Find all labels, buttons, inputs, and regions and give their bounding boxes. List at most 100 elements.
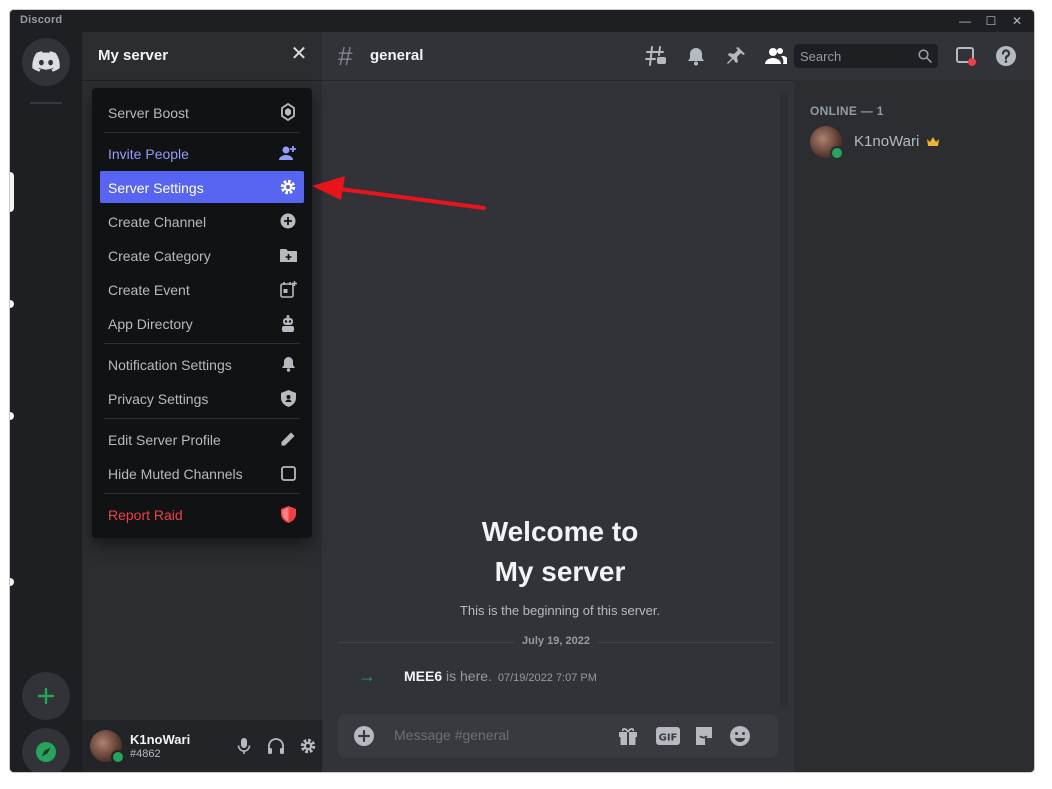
svg-text:GIF: GIF <box>659 733 678 744</box>
menu-item-report-raid[interactable]: Report Raid <box>100 498 304 530</box>
chat-area: # general Search Welcome to My server Th… <box>322 32 1034 772</box>
message-username[interactable]: MEE6 <box>404 668 442 684</box>
gif-icon: GIF <box>656 727 680 745</box>
unread-pill <box>10 300 14 308</box>
join-arrow-icon: → <box>358 666 376 686</box>
sticker-button[interactable] <box>692 724 716 748</box>
add-server-button[interactable] <box>22 672 70 720</box>
menu-separator <box>104 343 300 344</box>
shield-alert-icon <box>278 504 298 524</box>
menu-item-create-category[interactable]: Create Category <box>100 239 304 271</box>
explore-servers-button[interactable] <box>22 728 70 772</box>
message-composer[interactable]: Message #general GIF <box>338 714 778 758</box>
home-button[interactable] <box>22 38 70 86</box>
robot-icon <box>278 313 298 333</box>
system-message: MEE6 is here. 07/19/2022 7:07 PM <box>404 668 597 684</box>
channel-header: # general Search <box>322 32 1034 81</box>
title-bar: Discord — ☐ ✕ <box>10 10 1034 32</box>
search-icon <box>918 49 932 63</box>
member-list-button[interactable] <box>764 44 788 68</box>
deafen-button[interactable] <box>264 734 288 758</box>
headphones-icon <box>268 738 284 754</box>
plus-circle-icon <box>354 726 374 746</box>
maximize-button[interactable]: ☐ <box>978 12 1004 30</box>
menu-item-edit-server-profile[interactable]: Edit Server Profile <box>100 423 304 455</box>
inbox-icon <box>956 47 976 66</box>
shield-icon <box>278 388 298 408</box>
menu-item-create-channel[interactable]: Create Channel <box>100 205 304 237</box>
message-timestamp: 07/19/2022 7:07 PM <box>497 672 597 684</box>
pinned-messages-button[interactable] <box>724 44 748 68</box>
online-status-icon <box>111 750 125 764</box>
folder-plus-icon <box>278 245 298 265</box>
welcome-subtitle: This is the beginning of this server. <box>459 603 661 618</box>
close-window-button[interactable]: ✕ <box>1004 12 1030 30</box>
gift-icon <box>619 727 637 745</box>
hashtag-icon: # <box>338 41 353 71</box>
date-divider-label: July 19, 2022 <box>522 635 590 647</box>
menu-item-server-boost[interactable]: Server Boost <box>100 96 304 128</box>
gif-button[interactable]: GIF <box>656 724 680 748</box>
minimize-button[interactable]: — <box>952 12 978 30</box>
menu-item-privacy-settings[interactable]: Privacy Settings <box>100 382 304 414</box>
user-panel: K1noWari #4862 <box>82 720 322 772</box>
server-context-menu: Server Boost Invite People Server Settin… <box>92 88 312 538</box>
server-rail <box>10 32 82 772</box>
members-icon <box>765 48 787 64</box>
channel-name: general <box>370 47 424 64</box>
user-settings-button[interactable] <box>296 734 320 758</box>
upload-button[interactable] <box>352 724 376 748</box>
member-list: ONLINE — 1 K1noWari <box>794 80 1034 772</box>
menu-separator <box>104 493 300 494</box>
help-icon <box>996 46 1016 66</box>
menu-separator <box>104 132 300 133</box>
gear-icon <box>278 177 298 197</box>
mute-button[interactable] <box>232 734 256 758</box>
plus-icon <box>37 687 55 705</box>
menu-item-create-event[interactable]: Create Event <box>100 273 304 305</box>
search-placeholder: Search <box>800 49 842 64</box>
bell-icon <box>688 48 704 66</box>
menu-item-notification-settings[interactable]: Notification Settings <box>100 348 304 380</box>
member-group-heading: ONLINE — 1 <box>810 104 884 118</box>
online-status-icon <box>830 146 844 160</box>
message-input[interactable]: Message #general <box>394 727 509 743</box>
compass-icon <box>36 742 56 762</box>
calendar-plus-icon <box>278 279 298 299</box>
pin-icon <box>727 47 745 64</box>
emoji-button[interactable] <box>728 724 752 748</box>
menu-item-hide-muted-channels[interactable]: Hide Muted Channels <box>100 457 304 489</box>
threads-icon <box>645 46 666 66</box>
menu-item-app-directory[interactable]: App Directory <box>100 307 304 339</box>
boost-icon <box>278 102 298 122</box>
menu-item-invite-people[interactable]: Invite People <box>100 137 304 169</box>
search-input[interactable]: Search <box>794 44 938 68</box>
threads-button[interactable] <box>644 44 668 68</box>
notifications-button[interactable] <box>684 44 708 68</box>
gear-icon <box>300 738 316 754</box>
bell-icon <box>278 354 298 374</box>
invite-icon <box>278 143 298 163</box>
menu-item-server-settings[interactable]: Server Settings <box>100 171 304 203</box>
inbox-button[interactable] <box>954 44 978 68</box>
user-tag: #4862 <box>130 748 161 760</box>
crown-icon <box>927 137 940 146</box>
discord-logo-icon <box>32 51 60 72</box>
date-divider-line <box>338 642 514 643</box>
unread-pill <box>10 578 14 586</box>
close-menu-button[interactable]: ✕ <box>289 44 309 64</box>
app-title: Discord <box>20 14 63 26</box>
rail-separator <box>30 102 62 104</box>
checkbox-icon[interactable] <box>278 463 298 483</box>
server-name: My server <box>98 47 169 64</box>
member-item[interactable]: K1noWari <box>854 133 940 150</box>
pencil-icon <box>278 429 298 449</box>
sticker-icon <box>696 727 712 745</box>
gift-button[interactable] <box>616 724 640 748</box>
help-button[interactable] <box>994 44 1018 68</box>
server-header[interactable]: My server ✕ <box>82 32 322 81</box>
selected-server-pill <box>10 172 14 212</box>
date-divider-line <box>598 642 774 643</box>
menu-separator <box>104 418 300 419</box>
member-name: K1noWari <box>854 133 920 150</box>
